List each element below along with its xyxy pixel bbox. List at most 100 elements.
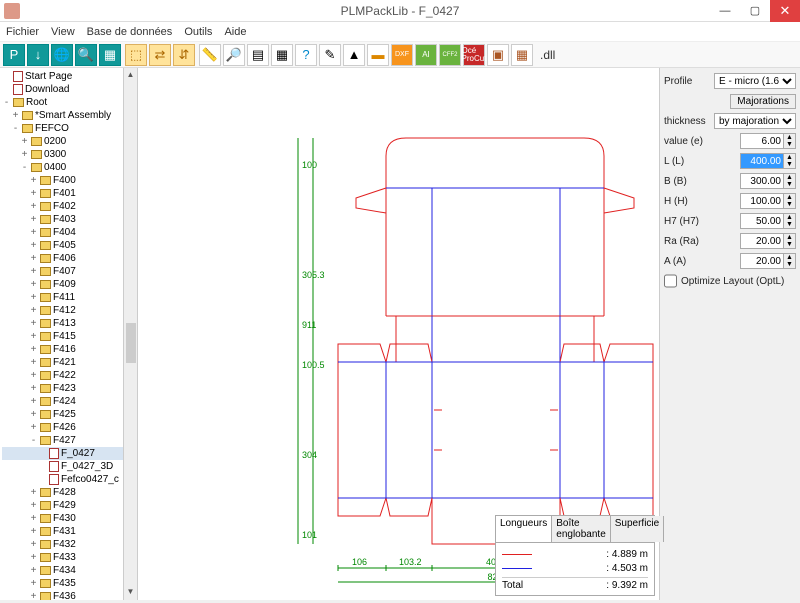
tree-item[interactable]: F_0427_3D bbox=[2, 460, 137, 473]
tree-item[interactable]: +F404 bbox=[2, 226, 137, 239]
tool-globe-icon[interactable]: 🌐 bbox=[51, 44, 73, 66]
tree-item[interactable]: +F431 bbox=[2, 525, 137, 538]
tree-item[interactable]: Download bbox=[2, 83, 137, 96]
tree-item[interactable]: +F411 bbox=[2, 291, 137, 304]
tool-grid-icon[interactable]: ▦ bbox=[99, 44, 121, 66]
param-input[interactable] bbox=[740, 233, 784, 249]
tool-plm-icon[interactable]: P bbox=[3, 44, 25, 66]
param-label: B (B) bbox=[664, 176, 687, 187]
tree-item[interactable]: +F436 bbox=[2, 590, 137, 600]
tree-panel: Start PageDownload-Root+*Smart Assembly-… bbox=[0, 68, 138, 600]
minimize-button[interactable]: — bbox=[710, 0, 740, 22]
tool-edit-icon[interactable]: ✎ bbox=[319, 44, 341, 66]
tool-mirror-h-icon[interactable]: ⇄ bbox=[149, 44, 171, 66]
tree-item[interactable]: +F433 bbox=[2, 551, 137, 564]
tree-item[interactable]: +F416 bbox=[2, 343, 137, 356]
spinner-buttons[interactable]: ▲▼ bbox=[784, 233, 796, 249]
tree-item[interactable]: +F426 bbox=[2, 421, 137, 434]
tree-item[interactable]: Start Page bbox=[2, 70, 137, 83]
tree-item[interactable]: +F409 bbox=[2, 278, 137, 291]
tool-ai-icon[interactable]: AI bbox=[415, 44, 437, 66]
param-input[interactable] bbox=[740, 213, 784, 229]
profile-select[interactable]: E - micro (1.6 mm) bbox=[714, 73, 796, 89]
spinner-buttons[interactable]: ▲▼ bbox=[784, 173, 796, 189]
param-input[interactable] bbox=[740, 173, 784, 189]
maximize-button[interactable]: ▢ bbox=[740, 0, 770, 22]
tree-item[interactable]: +F424 bbox=[2, 395, 137, 408]
thickness-select[interactable]: by majorations bbox=[714, 113, 796, 129]
spinner-buttons[interactable]: ▲▼ bbox=[784, 193, 796, 209]
tree-item[interactable]: +0300 bbox=[2, 148, 137, 161]
window-title: PLMPackLib - F_0427 bbox=[341, 4, 460, 18]
tree-item[interactable]: +F435 bbox=[2, 577, 137, 590]
tool-stack-icon[interactable]: ▦ bbox=[511, 44, 533, 66]
profile-label: Profile bbox=[664, 76, 692, 87]
tree-item[interactable]: +F407 bbox=[2, 265, 137, 278]
tree-item[interactable]: +F428 bbox=[2, 486, 137, 499]
tree-item[interactable]: -F427 bbox=[2, 434, 137, 447]
tree-item[interactable]: +0200 bbox=[2, 135, 137, 148]
tool-measure-icon[interactable]: 📏 bbox=[199, 44, 221, 66]
tree-item[interactable]: +F412 bbox=[2, 304, 137, 317]
param-input[interactable] bbox=[740, 153, 784, 169]
menu-file[interactable]: Fichier bbox=[6, 26, 39, 38]
spinner-buttons[interactable]: ▲▼ bbox=[784, 153, 796, 169]
param-input[interactable] bbox=[740, 133, 784, 149]
tree-item[interactable]: +F423 bbox=[2, 382, 137, 395]
tree-item[interactable]: +F401 bbox=[2, 187, 137, 200]
tree-item[interactable]: +F429 bbox=[2, 499, 137, 512]
tool-fit-icon[interactable]: ⬚ bbox=[125, 44, 147, 66]
legend-tab-bbox[interactable]: Boîte englobante bbox=[552, 516, 610, 542]
optimize-label: Optimize Layout (OptL) bbox=[681, 276, 784, 287]
majorations-button[interactable]: Majorations bbox=[730, 94, 796, 109]
tree-item[interactable]: +*Smart Assembly bbox=[2, 109, 137, 122]
tree-item[interactable]: +F422 bbox=[2, 369, 137, 382]
tree-item[interactable]: +F432 bbox=[2, 538, 137, 551]
spinner-buttons[interactable]: ▲▼ bbox=[784, 253, 796, 269]
legend-tab-lengths[interactable]: Longueurs bbox=[496, 516, 552, 542]
menu-view[interactable]: View bbox=[51, 26, 75, 38]
legend-tab-area[interactable]: Superficie bbox=[611, 516, 664, 542]
tool-zoom-area-icon[interactable]: 🔎 bbox=[223, 44, 245, 66]
tool-cff2-icon[interactable]: CFF2 bbox=[439, 44, 461, 66]
spinner-buttons[interactable]: ▲▼ bbox=[784, 133, 796, 149]
tool-download-icon[interactable]: ↓ bbox=[27, 44, 49, 66]
tool-search-icon[interactable]: 🔍 bbox=[75, 44, 97, 66]
tree-item[interactable]: +F400 bbox=[2, 174, 137, 187]
menu-database[interactable]: Base de données bbox=[87, 26, 173, 38]
tool-layout2-icon[interactable]: ▦ bbox=[271, 44, 293, 66]
tool-oce-icon[interactable]: OcéProCut bbox=[463, 44, 485, 66]
tree-item[interactable]: Fefco0427_c bbox=[2, 473, 137, 486]
tool-3d-icon[interactable]: ▲ bbox=[343, 44, 365, 66]
tree-item[interactable]: +F406 bbox=[2, 252, 137, 265]
tree-item[interactable]: +F425 bbox=[2, 408, 137, 421]
tool-pallet-icon[interactable]: ▬ bbox=[367, 44, 389, 66]
close-button[interactable]: ✕ bbox=[770, 0, 800, 22]
param-input[interactable] bbox=[740, 253, 784, 269]
tree-item[interactable]: -0400 bbox=[2, 161, 137, 174]
tree-item[interactable]: +F402 bbox=[2, 200, 137, 213]
tool-layout-icon[interactable]: ▤ bbox=[247, 44, 269, 66]
tree-scrollbar[interactable]: ▲▼ bbox=[123, 68, 137, 600]
tree-item[interactable]: +F430 bbox=[2, 512, 137, 525]
tree-item[interactable]: -FEFCO bbox=[2, 122, 137, 135]
tool-help-icon[interactable]: ? bbox=[295, 44, 317, 66]
tree-item[interactable]: F_0427 bbox=[2, 447, 137, 460]
tree-item[interactable]: +F403 bbox=[2, 213, 137, 226]
param-input[interactable] bbox=[740, 193, 784, 209]
param-label: Ra (Ra) bbox=[664, 236, 699, 247]
menu-tools[interactable]: Outils bbox=[184, 26, 212, 38]
tool-box-icon[interactable]: ▣ bbox=[487, 44, 509, 66]
tree-item[interactable]: +F413 bbox=[2, 317, 137, 330]
tree-item[interactable]: +F421 bbox=[2, 356, 137, 369]
tree-item[interactable]: +F415 bbox=[2, 330, 137, 343]
drawing-canvas[interactable]: 100305.3911100.5304101106103.2402.2100.6… bbox=[138, 68, 660, 600]
tree-item[interactable]: +F434 bbox=[2, 564, 137, 577]
tree-item[interactable]: +F405 bbox=[2, 239, 137, 252]
optimize-checkbox[interactable] bbox=[664, 273, 677, 289]
spinner-buttons[interactable]: ▲▼ bbox=[784, 213, 796, 229]
tool-dxf-icon[interactable]: DXF bbox=[391, 44, 413, 66]
tree-item[interactable]: -Root bbox=[2, 96, 137, 109]
menu-help[interactable]: Aide bbox=[224, 26, 246, 38]
tool-mirror-v-icon[interactable]: ⇵ bbox=[173, 44, 195, 66]
